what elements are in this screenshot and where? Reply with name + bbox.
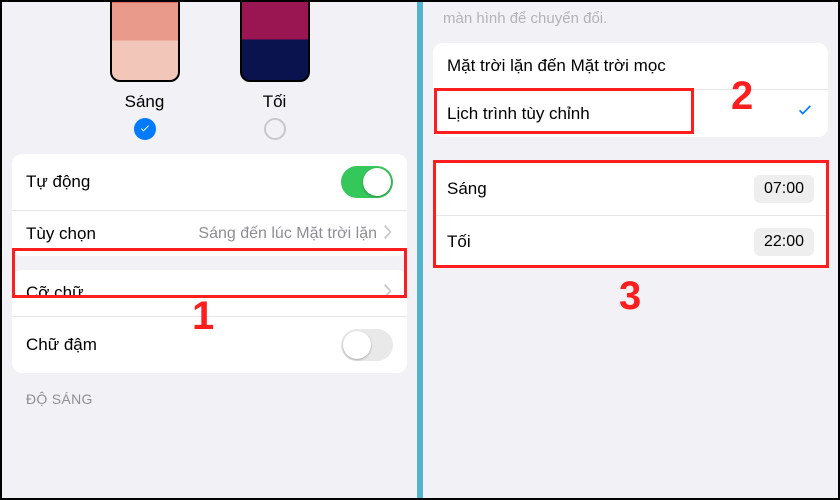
options-row[interactable]: Tùy chọn Sáng đến lúc Mặt trời lặn [12, 210, 407, 256]
dark-time-label: Tối [447, 232, 471, 252]
automatic-label: Tự động [26, 172, 90, 192]
sunset-label: Mặt trời lặn đến Mặt trời mọc [447, 56, 666, 76]
light-phone-preview: 05:41 [110, 2, 180, 82]
display-settings-pane: 05:41 Sáng 05:41 Tối Tự động Tùy chọn Sá… [2, 2, 417, 498]
dark-time-row[interactable]: Tối 22:00 [433, 215, 828, 268]
appearance-previews: 05:41 Sáng 05:41 Tối [2, 2, 417, 140]
text-size-label: Cỡ chữ [26, 283, 83, 303]
sunset-to-sunrise-row[interactable]: Mặt trời lặn đến Mặt trời mọc [433, 43, 828, 89]
dark-phone-preview: 05:41 [240, 2, 310, 82]
bold-text-row: Chữ đậm [12, 316, 407, 373]
annotation-number-3: 3 [619, 274, 641, 319]
text-group: Cỡ chữ Chữ đậm [12, 270, 407, 373]
schedule-settings-pane: màn hình để chuyển đổi. Mặt trời lặn đến… [423, 2, 838, 498]
schedule-group: Mặt trời lặn đến Mặt trời mọc Lịch trình… [433, 43, 828, 137]
automatic-group: Tự động Tùy chọn Sáng đến lúc Mặt trời l… [12, 154, 407, 256]
dark-time-value[interactable]: 22:00 [754, 228, 814, 256]
bold-text-toggle[interactable] [341, 329, 393, 361]
light-time-row[interactable]: Sáng 07:00 [433, 163, 828, 215]
chevron-right-icon [383, 283, 393, 303]
dark-preview-column[interactable]: 05:41 Tối [240, 2, 310, 140]
times-group: Sáng 07:00 Tối 22:00 [433, 163, 828, 268]
automatic-toggle[interactable] [341, 166, 393, 198]
options-label: Tùy chọn [26, 224, 96, 244]
light-preview-column[interactable]: 05:41 Sáng [110, 2, 180, 140]
chevron-right-icon [383, 224, 393, 244]
light-time-value[interactable]: 07:00 [754, 175, 814, 203]
brightness-section-title: ĐỘ SÁNG [2, 373, 417, 411]
light-radio-selected[interactable] [134, 118, 156, 140]
dark-radio-unselected[interactable] [264, 118, 286, 140]
dark-label: Tối [263, 92, 287, 112]
light-label: Sáng [125, 92, 165, 112]
custom-schedule-row[interactable]: Lịch trình tùy chỉnh [433, 89, 828, 137]
custom-schedule-label: Lịch trình tùy chỉnh [447, 104, 590, 124]
truncated-helper-text: màn hình để chuyển đổi. [423, 2, 838, 27]
text-size-row[interactable]: Cỡ chữ [12, 270, 407, 316]
bold-text-label: Chữ đậm [26, 335, 97, 355]
check-icon [139, 123, 151, 135]
checkmark-icon [796, 102, 814, 125]
automatic-row: Tự động [12, 154, 407, 210]
options-value: Sáng đến lúc Mặt trời lặn [96, 225, 377, 243]
light-time-label: Sáng [447, 179, 487, 199]
